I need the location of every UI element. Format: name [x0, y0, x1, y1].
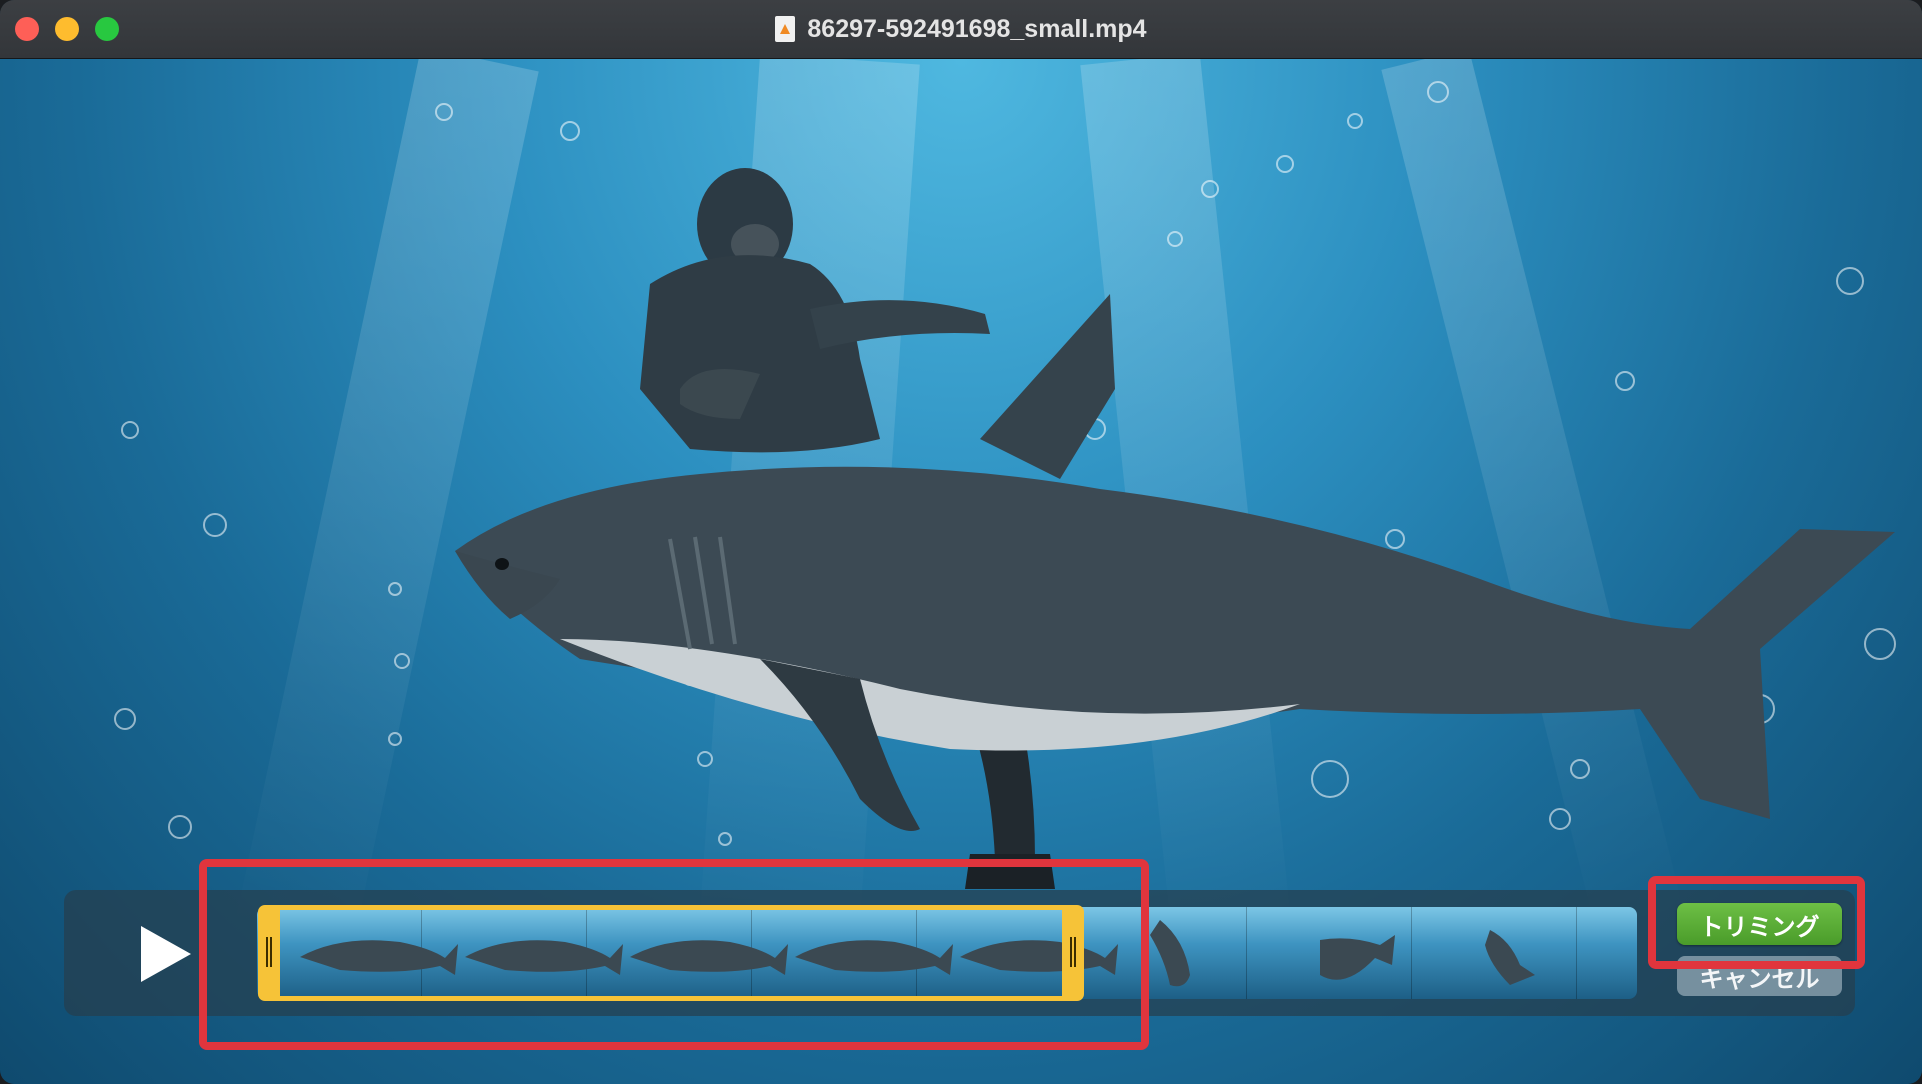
play-icon[interactable]: [135, 922, 195, 986]
window-title: 86297-592491698_small.mp4: [807, 14, 1147, 43]
filmstrip-frame: [1577, 907, 1637, 999]
quicktime-window: 86297-592491698_small.mp4 トリミング キャンセル: [0, 0, 1922, 1084]
filmstrip-frame: [1247, 907, 1412, 999]
m4v-file-icon: [775, 16, 796, 42]
title-bar[interactable]: 86297-592491698_small.mp4: [0, 0, 1922, 59]
trim-button-highlight-box: [1648, 876, 1865, 969]
title-group: 86297-592491698_small.mp4: [0, 0, 1922, 58]
filmstrip-frame: [1412, 907, 1577, 999]
filmstrip-highlight-box: [199, 859, 1149, 1050]
